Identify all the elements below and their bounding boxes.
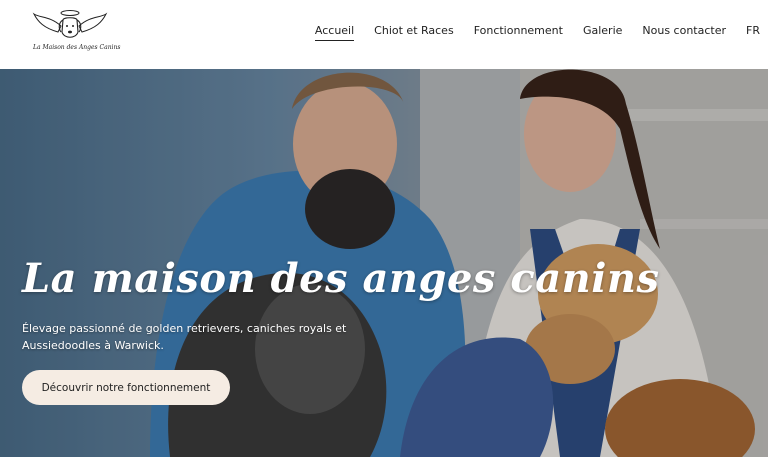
hero-subtitle: Élevage passionné de golden retrievers, … (22, 322, 347, 352)
nav-item-fonctionnement[interactable]: Fonctionnement (474, 24, 563, 41)
nav-item-galerie[interactable]: Galerie (583, 24, 622, 41)
language-switch[interactable]: FR (746, 24, 760, 41)
nav-item-nous-contacter[interactable]: Nous contacter (642, 24, 726, 41)
nav-item-chiot-et-races[interactable]: Chiot et Races (374, 24, 454, 41)
hero-section: La maison des anges canins Élevage passi… (0, 69, 768, 457)
cta-button-fonctionnement[interactable]: Découvrir notre fonctionnement (22, 370, 230, 405)
logo-text: La Maison des Anges Canins (33, 44, 121, 51)
hero-title: La maison des anges canins (22, 255, 660, 302)
nav-item-accueil[interactable]: Accueil (314, 24, 355, 41)
site-header: La Maison des Anges Canins Accueil Chiot… (0, 0, 768, 69)
site-logo[interactable]: La Maison des Anges Canins (30, 8, 121, 56)
angel-dog-logo-icon (32, 10, 108, 38)
main-nav: Accueil Chiot et Races Fonctionnement Ga… (314, 24, 760, 41)
